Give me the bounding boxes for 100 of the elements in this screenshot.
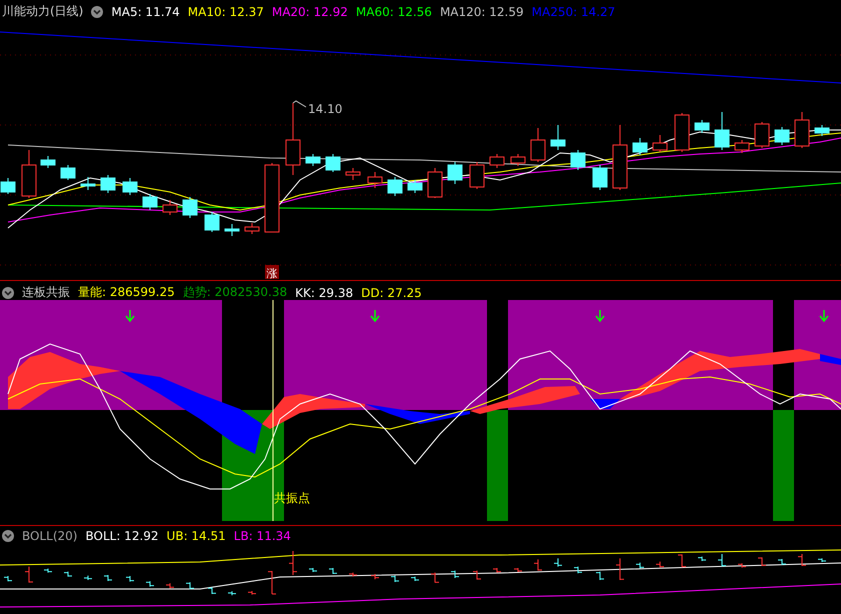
- candlestick: [714, 112, 730, 150]
- price-bar: [228, 590, 236, 596]
- pane-title: 连板共振: [22, 284, 70, 301]
- candlestick: [570, 150, 586, 170]
- price-bar: [534, 558, 542, 572]
- chevron-down-icon[interactable]: [2, 286, 14, 298]
- price-bar: [698, 556, 706, 562]
- candlestick: [244, 222, 260, 234]
- price-bar: [798, 554, 806, 566]
- candlestick: [694, 120, 710, 134]
- price-bar: [288, 550, 298, 576]
- candlestick: [774, 126, 790, 146]
- candlestick: [754, 122, 770, 148]
- candlestick: [326, 154, 340, 172]
- candlestick: [0, 178, 16, 194]
- candlestick: [80, 176, 96, 190]
- price-bar: [84, 575, 92, 580]
- indicator-value: MA250: 14.27: [532, 4, 616, 18]
- pane-title: BOLL(20): [22, 529, 78, 543]
- price-bar: [126, 575, 134, 582]
- candlestick: [510, 154, 526, 166]
- price-bar: [430, 572, 440, 584]
- chevron-down-icon[interactable]: [91, 6, 104, 18]
- candlestick: [264, 162, 280, 232]
- indicator-value: BOLL: 12.92: [85, 529, 159, 543]
- indicator-value: KK: 29.38: [295, 286, 354, 300]
- price-bar: [778, 558, 786, 566]
- falling-band: [590, 399, 620, 409]
- indicator-value: 量能: 286599.25: [78, 284, 175, 301]
- candlestick: [674, 112, 690, 152]
- price-bar: [104, 574, 112, 582]
- candlestick: [162, 200, 178, 216]
- down-arrow-icon: [370, 309, 380, 322]
- candlestick: [40, 156, 56, 168]
- price-bar: [738, 562, 746, 568]
- price-label: 14.10: [308, 102, 342, 116]
- candlestick: [204, 212, 220, 232]
- chevron-down-icon[interactable]: [2, 530, 14, 542]
- price-bar: [718, 554, 726, 568]
- price-bar: [248, 590, 256, 596]
- down-arrow-icon: [125, 309, 135, 322]
- indicator-value: 趋势: 2082530.38: [182, 284, 288, 301]
- price-bar: [596, 571, 604, 580]
- price-bar: [348, 572, 358, 578]
- price-bar: [574, 566, 582, 574]
- price-bar: [636, 562, 644, 569]
- candlestick: [814, 124, 830, 136]
- down-arrow-icon: [595, 309, 605, 322]
- candlestick: [428, 168, 442, 198]
- candlestick: [306, 154, 320, 166]
- indicator-value: DD: 27.25: [361, 286, 422, 300]
- price-bar: [616, 558, 624, 580]
- price-bar: [656, 561, 664, 568]
- candlestick: [224, 224, 240, 236]
- indicator-value: LB: 11.34: [234, 529, 291, 543]
- pane-title: 川能动力(日线): [2, 3, 84, 20]
- price-bar: [208, 586, 216, 594]
- candlestick: [794, 112, 810, 148]
- candlestick: [734, 140, 750, 154]
- price-bar: [492, 567, 502, 574]
- candlestick: [612, 124, 628, 190]
- candlestick: [448, 162, 462, 184]
- price-bar: [146, 580, 154, 588]
- price-bar: [4, 575, 12, 582]
- indicator-value: MA120: 12.59: [440, 4, 524, 18]
- price-bar: [44, 568, 52, 574]
- candlestick: [550, 124, 566, 150]
- price-bar: [166, 582, 174, 589]
- indicator-value: MA10: 12.37: [188, 4, 264, 18]
- price-bar: [450, 570, 460, 578]
- candlestick: [388, 176, 402, 196]
- price-up-badge: 涨: [265, 265, 279, 280]
- price-bar: [308, 567, 318, 572]
- price-bar: [758, 556, 766, 566]
- price-bar: [64, 571, 72, 578]
- candlestick: [346, 168, 360, 180]
- candlestick: [100, 174, 116, 194]
- candlestick: [368, 172, 382, 188]
- indicator-value: UB: 14.51: [166, 529, 226, 543]
- price-bar: [818, 558, 826, 562]
- candlestick: [530, 128, 546, 162]
- down-arrow-icon: [819, 309, 829, 322]
- price-bar: [24, 566, 34, 584]
- indicator-value: MA20: 12.92: [272, 4, 348, 18]
- candlestick: [470, 162, 484, 190]
- price-bar: [186, 582, 194, 590]
- candlestick: [490, 154, 504, 168]
- candlestick: [142, 194, 158, 210]
- price-bar: [514, 567, 522, 572]
- price-bar: [678, 554, 686, 568]
- candlestick: [182, 196, 198, 218]
- price-bar: [410, 576, 420, 582]
- price-bar: [268, 570, 276, 594]
- signal-label: 共振点: [274, 491, 310, 505]
- candlestick: [592, 164, 608, 190]
- candlestick: [408, 180, 422, 194]
- indicator-value: MA5: 11.74: [111, 4, 180, 18]
- falling-band: [820, 354, 841, 365]
- price-bar: [328, 567, 338, 574]
- price-bar: [554, 558, 562, 568]
